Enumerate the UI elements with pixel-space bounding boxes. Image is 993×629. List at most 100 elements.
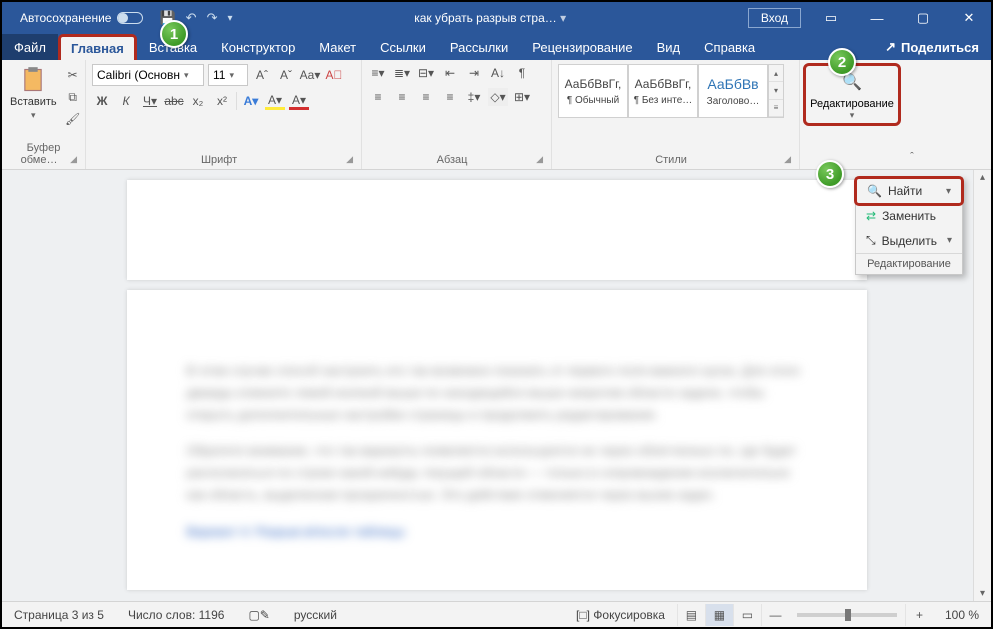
number-list-icon[interactable]: ≣▾ xyxy=(392,64,412,82)
proofing-icon[interactable]: ▢✎ xyxy=(236,608,281,622)
tab-help[interactable]: Справка xyxy=(692,34,767,60)
group-styles: АаБбВвГг,¶ Обычный АаБбВвГг,¶ Без инте… … xyxy=(552,60,800,169)
zoom-slider[interactable] xyxy=(797,613,897,617)
line-spacing-icon[interactable]: ‡▾ xyxy=(464,88,484,106)
share-button[interactable]: ↗ Поделиться xyxy=(873,34,991,60)
cut-icon[interactable]: ✂ xyxy=(63,66,83,84)
tab-layout[interactable]: Макет xyxy=(307,34,368,60)
shrink-font-icon[interactable]: Aˇ xyxy=(276,66,296,84)
redo-icon[interactable]: ↷ xyxy=(207,10,218,26)
font-label: Шрифт◢ xyxy=(92,152,355,169)
tab-mailings[interactable]: Рассылки xyxy=(438,34,520,60)
menu-footer: Редактирование xyxy=(856,253,962,274)
page-indicator[interactable]: Страница 3 из 5 xyxy=(2,608,116,622)
replace-icon: ⇄ xyxy=(866,209,876,223)
editing-dropdown: 🔍 Найти ▾ ⇄ Заменить ⤡ Выделить ▾ Редакт… xyxy=(855,177,963,275)
outdent-icon[interactable]: ⇤ xyxy=(440,64,460,82)
style-no-spacing[interactable]: АаБбВвГг,¶ Без инте… xyxy=(628,64,698,118)
subscript-icon[interactable]: x₂ xyxy=(188,92,208,110)
tab-file[interactable]: Файл xyxy=(2,34,58,60)
group-font: Calibri (Основн▾ 11▾ Aˆ Aˇ Aa▾ A⃠ Ж К Ч▾… xyxy=(86,60,362,169)
maximize-icon[interactable]: ▢ xyxy=(901,2,945,34)
styles-label: Стили◢ xyxy=(558,152,793,169)
undo-icon[interactable]: ↶ xyxy=(186,10,197,26)
document-title: как убрать разрыв стра… ▾ xyxy=(233,11,748,25)
share-icon: ↗ xyxy=(885,39,896,55)
login-button[interactable]: Вход xyxy=(748,8,801,28)
menu-replace[interactable]: ⇄ Заменить xyxy=(856,204,962,228)
tab-review[interactable]: Рецензирование xyxy=(520,34,644,60)
multilevel-list-icon[interactable]: ⊟▾ xyxy=(416,64,436,82)
indent-icon[interactable]: ⇥ xyxy=(464,64,484,82)
zoom-out-icon[interactable]: — xyxy=(761,604,789,626)
toggle-icon[interactable] xyxy=(117,12,143,24)
highlight-icon[interactable]: A▾ xyxy=(265,92,285,110)
menu-find[interactable]: 🔍 Найти ▾ xyxy=(854,176,964,206)
menu-select[interactable]: ⤡ Выделить ▾ xyxy=(856,228,962,253)
copy-icon[interactable]: ⧉ xyxy=(63,88,83,106)
paragraph-label: Абзац◢ xyxy=(368,152,545,169)
text-effects-icon[interactable]: A▾ xyxy=(241,92,261,110)
page-next[interactable]: В этом случае способ настроить его так в… xyxy=(127,290,867,590)
collapse-ribbon-icon[interactable]: ˆ xyxy=(904,60,920,169)
language-indicator[interactable]: русский xyxy=(282,608,349,622)
align-right-icon[interactable]: ≡ xyxy=(416,88,436,106)
vertical-scrollbar[interactable]: ▴ ▾ xyxy=(973,170,991,601)
group-clipboard: Вставить ▾ ✂ ⧉ 🖌 Буфер обме…◢ xyxy=(2,60,86,169)
align-center-icon[interactable]: ≡ xyxy=(392,88,412,106)
ribbon-options-icon[interactable]: ▭ xyxy=(809,2,853,34)
underline-icon[interactable]: Ч▾ xyxy=(140,92,160,110)
view-print-icon[interactable]: ▦ xyxy=(705,604,733,626)
group-editing: 🔍 Редактирование ▾ xyxy=(800,60,904,169)
blurred-link: Вариант 4: Разрыв в/после таблицы xyxy=(187,521,807,543)
bold-icon[interactable]: Ж xyxy=(92,92,112,110)
align-left-icon[interactable]: ≡ xyxy=(368,88,388,106)
autosave-toggle[interactable]: Автосохранение xyxy=(20,11,143,25)
format-painter-icon[interactable]: 🖌 xyxy=(63,110,83,128)
sort-icon[interactable]: A↓ xyxy=(488,64,508,82)
zoom-level[interactable]: 100 % xyxy=(933,608,991,622)
style-normal[interactable]: АаБбВвГг,¶ Обычный xyxy=(558,64,628,118)
zoom-in-icon[interactable]: + xyxy=(905,604,933,626)
page-bottom[interactable] xyxy=(127,180,867,280)
status-bar: Страница 3 из 5 Число слов: 1196 ▢✎ русс… xyxy=(2,601,991,627)
tab-design[interactable]: Конструктор xyxy=(209,34,307,60)
clear-format-icon[interactable]: A⃠ xyxy=(324,66,344,84)
group-paragraph: ≡▾ ≣▾ ⊟▾ ⇤ ⇥ A↓ ¶ ≡ ≡ ≡ ≡ ‡▾ ◇▾ ⊞▾ Абзац… xyxy=(362,60,552,169)
minimize-icon[interactable]: — xyxy=(855,2,899,34)
paste-button[interactable]: Вставить ▾ xyxy=(8,64,59,123)
style-heading1[interactable]: АаБбВвЗаголово… xyxy=(698,64,768,118)
clipboard-label: Буфер обме…◢ xyxy=(8,140,79,169)
grow-font-icon[interactable]: Aˆ xyxy=(252,66,272,84)
strike-icon[interactable]: abc xyxy=(164,92,184,110)
tab-home[interactable]: Главная xyxy=(58,34,137,60)
blurred-text: Обратите внимание, что так варианты появ… xyxy=(187,440,807,506)
borders-icon[interactable]: ⊞▾ xyxy=(512,88,532,106)
word-count[interactable]: Число слов: 1196 xyxy=(116,608,237,622)
title-bar: Автосохранение 💾 ↶ ↷ ▾ как убрать разрыв… xyxy=(2,2,991,34)
view-web-icon[interactable]: ▭ xyxy=(733,604,761,626)
bullet-list-icon[interactable]: ≡▾ xyxy=(368,64,388,82)
show-marks-icon[interactable]: ¶ xyxy=(512,64,532,82)
change-case-icon[interactable]: Aa▾ xyxy=(300,66,320,84)
find-icon: 🔍 xyxy=(867,184,882,198)
italic-icon[interactable]: К xyxy=(116,92,136,110)
editing-button[interactable]: 🔍 Редактирование ▾ xyxy=(803,63,901,126)
clipboard-icon xyxy=(19,66,47,94)
styles-scroll[interactable]: ▴▾≡ xyxy=(768,64,784,118)
superscript-icon[interactable]: x² xyxy=(212,92,232,110)
scroll-up-icon[interactable]: ▴ xyxy=(978,170,987,185)
font-size-select[interactable]: 11▾ xyxy=(208,64,248,86)
font-color-icon[interactable]: A▾ xyxy=(289,92,309,110)
shading-icon[interactable]: ◇▾ xyxy=(488,88,508,106)
tab-view[interactable]: Вид xyxy=(645,34,693,60)
close-icon[interactable]: ✕ xyxy=(947,2,991,34)
scroll-down-icon[interactable]: ▾ xyxy=(978,586,987,601)
callout-2: 2 xyxy=(828,48,856,76)
tab-references[interactable]: Ссылки xyxy=(368,34,438,60)
justify-icon[interactable]: ≡ xyxy=(440,88,460,106)
view-read-icon[interactable]: ▤ xyxy=(677,604,705,626)
focus-mode[interactable]: [□] Фокусировка xyxy=(564,608,677,622)
font-family-select[interactable]: Calibri (Основн▾ xyxy=(92,64,204,86)
select-icon: ⤡ xyxy=(866,233,876,248)
